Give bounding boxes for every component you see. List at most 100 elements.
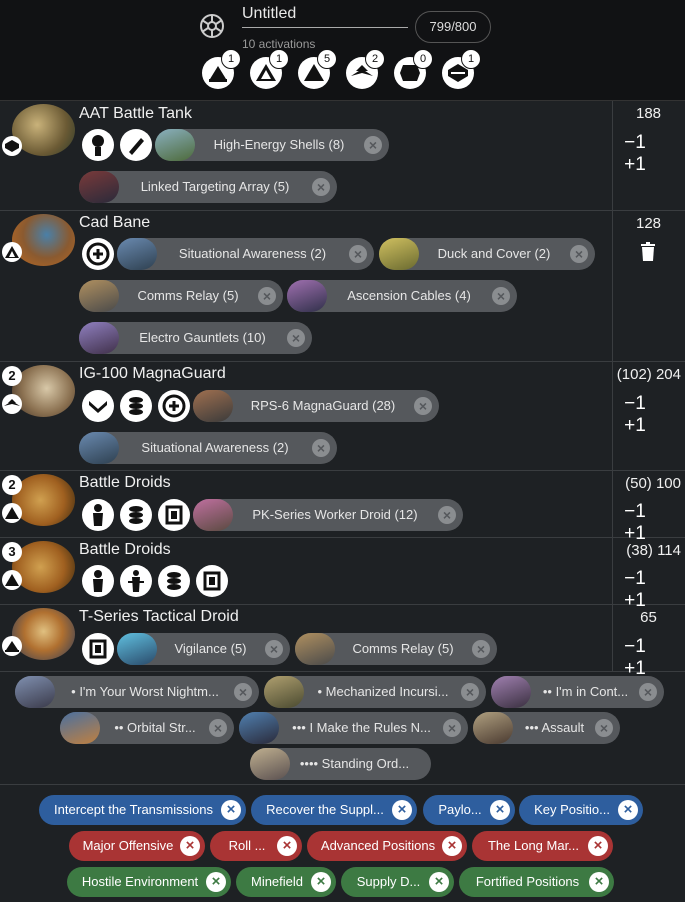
- comms-slot-icon[interactable]: [158, 390, 190, 422]
- remove-upgrade-icon[interactable]: ×: [349, 245, 367, 263]
- remove-deployment-icon[interactable]: ×: [588, 836, 608, 856]
- decrement-button[interactable]: −1: [620, 393, 650, 415]
- points-total[interactable]: 799/800: [415, 11, 491, 43]
- upgrade-pill[interactable]: Ascension Cables (4) ×: [287, 280, 517, 312]
- remove-upgrade-icon[interactable]: ×: [472, 640, 490, 658]
- remove-upgrade-icon[interactable]: ×: [414, 397, 432, 415]
- upgrade-pill[interactable]: Electro Gauntlets (10) ×: [79, 322, 312, 354]
- remove-objective-icon[interactable]: ×: [618, 800, 638, 820]
- deployment-card-pill[interactable]: Advanced Positions ×: [307, 831, 467, 861]
- deployment-card-pill[interactable]: Roll ... ×: [210, 831, 302, 861]
- heavy-weapon-slot-icon[interactable]: [120, 565, 152, 597]
- upgrade-pill[interactable]: Duck and Cover (2) ×: [379, 238, 595, 270]
- remove-command-icon[interactable]: ×: [595, 719, 613, 737]
- delete-unit-icon[interactable]: [640, 242, 656, 261]
- increment-button[interactable]: +1: [620, 415, 650, 437]
- generator-slot-icon[interactable]: [158, 499, 190, 531]
- generator-slot-icon[interactable]: [196, 565, 228, 597]
- special-forces-rank-icon: [2, 394, 22, 414]
- remove-deployment-icon[interactable]: ×: [180, 836, 200, 856]
- remove-upgrade-icon[interactable]: ×: [438, 506, 456, 524]
- condition-card-pill[interactable]: Minefield ×: [236, 867, 336, 897]
- remove-command-icon[interactable]: ×: [443, 719, 461, 737]
- separatist-faction-icon[interactable]: [199, 13, 225, 39]
- remove-upgrade-icon[interactable]: ×: [265, 640, 283, 658]
- personnel-slot-icon[interactable]: [82, 565, 114, 597]
- corps-rank-icon[interactable]: 5: [298, 49, 337, 89]
- commander-rank-icon[interactable]: 1: [202, 49, 241, 89]
- upgrade-pill[interactable]: Situational Awareness (2) ×: [117, 238, 374, 270]
- remove-upgrade-icon[interactable]: ×: [312, 439, 330, 457]
- training-slot-icon[interactable]: [82, 390, 114, 422]
- decrement-button[interactable]: −1: [620, 636, 650, 658]
- remove-objective-icon[interactable]: ×: [392, 800, 412, 820]
- remove-command-icon[interactable]: ×: [234, 683, 252, 701]
- remove-deployment-icon[interactable]: ×: [442, 836, 462, 856]
- condition-card-pill[interactable]: Hostile Environment ×: [67, 867, 231, 897]
- generator-slot-icon[interactable]: [82, 633, 114, 665]
- command-card-pill[interactable]: ••• Assault ×: [473, 712, 620, 744]
- condition-card-pill[interactable]: Fortified Positions ×: [459, 867, 614, 897]
- upgrade-pill[interactable]: Vigilance (5) ×: [117, 633, 290, 665]
- remove-objective-icon[interactable]: ×: [221, 800, 241, 820]
- unit-name[interactable]: Battle Droids: [79, 474, 171, 492]
- unit-name[interactable]: T-Series Tactical Droid: [79, 608, 239, 626]
- command-card-pill[interactable]: ••• I Make the Rules N... ×: [239, 712, 468, 744]
- remove-command-icon[interactable]: ×: [639, 683, 657, 701]
- remove-upgrade-icon[interactable]: ×: [312, 178, 330, 196]
- remove-upgrade-icon[interactable]: ×: [570, 245, 588, 263]
- grenades-slot-icon[interactable]: [120, 390, 152, 422]
- increment-button[interactable]: +1: [620, 154, 650, 176]
- objective-card-pill[interactable]: Key Positio... ×: [519, 795, 643, 825]
- remove-condition-icon[interactable]: ×: [311, 872, 331, 892]
- remove-condition-icon[interactable]: ×: [429, 872, 449, 892]
- pilot-slot-icon[interactable]: [82, 129, 114, 161]
- decrement-button[interactable]: −1: [620, 501, 650, 523]
- operative-rank-icon[interactable]: 1: [250, 49, 289, 89]
- remove-upgrade-icon[interactable]: ×: [364, 136, 382, 154]
- remove-condition-icon[interactable]: ×: [589, 872, 609, 892]
- command-card-pill[interactable]: • Mechanized Incursi... ×: [264, 676, 486, 708]
- objective-card-pill[interactable]: Recover the Suppl... ×: [251, 795, 417, 825]
- comms-slot-icon[interactable]: [82, 238, 114, 270]
- command-card-pill[interactable]: •• I'm in Cont... ×: [491, 676, 664, 708]
- remove-upgrade-icon[interactable]: ×: [287, 329, 305, 347]
- remove-condition-icon[interactable]: ×: [206, 872, 226, 892]
- unit-name[interactable]: IG-100 MagnaGuard: [79, 365, 226, 383]
- remove-command-icon[interactable]: ×: [209, 719, 227, 737]
- heavy-rank-icon[interactable]: 1: [442, 49, 481, 89]
- upgrade-pill[interactable]: RPS-6 MagnaGuard (28) ×: [193, 390, 439, 422]
- remove-objective-icon[interactable]: ×: [490, 800, 510, 820]
- decrement-button[interactable]: −1: [620, 568, 650, 590]
- upgrade-pill[interactable]: High-Energy Shells (8) ×: [155, 129, 389, 161]
- deployment-card-pill[interactable]: The Long Mar... ×: [472, 831, 613, 861]
- command-card-pill[interactable]: •• Orbital Str... ×: [60, 712, 234, 744]
- remove-deployment-icon[interactable]: ×: [277, 836, 297, 856]
- upgrade-pill[interactable]: PK-Series Worker Droid (12) ×: [193, 499, 463, 531]
- grenades-slot-icon[interactable]: [158, 565, 190, 597]
- unit-name[interactable]: Battle Droids: [79, 541, 171, 559]
- deployment-card-pill[interactable]: Major Offensive ×: [69, 831, 205, 861]
- decrement-button[interactable]: −1: [620, 132, 650, 154]
- remove-upgrade-icon[interactable]: ×: [258, 287, 276, 305]
- upgrade-pill[interactable]: Comms Relay (5) ×: [295, 633, 497, 665]
- command-card-pill[interactable]: •••• Standing Ord...: [250, 748, 431, 780]
- grenades-slot-icon[interactable]: [120, 499, 152, 531]
- ordnance-slot-icon[interactable]: [120, 129, 152, 161]
- condition-card-pill[interactable]: Supply D... ×: [341, 867, 454, 897]
- objective-card-pill[interactable]: Paylo... ×: [423, 795, 515, 825]
- remove-command-icon[interactable]: ×: [461, 683, 479, 701]
- support-rank-icon[interactable]: 0: [394, 49, 433, 89]
- command-card-pill[interactable]: • I'm Your Worst Nightm... ×: [15, 676, 259, 708]
- special-forces-rank-icon[interactable]: 2: [346, 49, 385, 89]
- unit-count: 3: [2, 542, 22, 562]
- remove-upgrade-icon[interactable]: ×: [492, 287, 510, 305]
- unit-name[interactable]: AAT Battle Tank: [79, 105, 192, 123]
- upgrade-pill[interactable]: Comms Relay (5) ×: [79, 280, 283, 312]
- list-title-input[interactable]: Untitled: [242, 5, 408, 28]
- upgrade-pill[interactable]: Linked Targeting Array (5) ×: [79, 171, 337, 203]
- objective-card-pill[interactable]: Intercept the Transmissions ×: [39, 795, 246, 825]
- personnel-slot-icon[interactable]: [82, 499, 114, 531]
- unit-name[interactable]: Cad Bane: [79, 214, 150, 232]
- upgrade-pill[interactable]: Situational Awareness (2) ×: [79, 432, 337, 464]
